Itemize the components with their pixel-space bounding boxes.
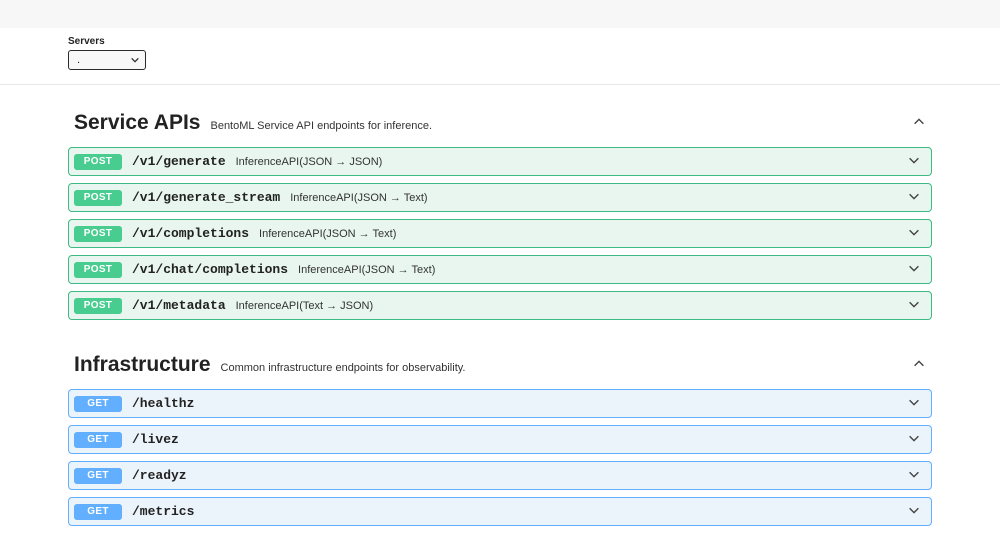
method-badge: POST bbox=[74, 262, 122, 278]
servers-bar: Servers . bbox=[0, 28, 1000, 85]
row-toggle[interactable] bbox=[907, 153, 921, 170]
servers-label: Servers bbox=[68, 36, 932, 47]
top-bar bbox=[0, 0, 1000, 28]
chevron-up-icon bbox=[912, 357, 926, 371]
servers-select-value: . bbox=[77, 54, 80, 66]
endpoint-description: InferenceAPI(JSON → JSON) bbox=[236, 156, 899, 168]
endpoint-path: /v1/metadata bbox=[132, 298, 226, 313]
endpoint-row[interactable]: GET/readyz bbox=[68, 461, 932, 490]
method-badge: POST bbox=[74, 226, 122, 242]
endpoint-description: InferenceAPI(JSON → Text) bbox=[298, 264, 899, 276]
endpoint-row[interactable]: POST/v1/metadata InferenceAPI(Text → JSON… bbox=[68, 291, 932, 320]
chevron-down-icon bbox=[907, 297, 921, 311]
row-toggle[interactable] bbox=[907, 467, 921, 484]
chevron-up-icon bbox=[912, 115, 926, 129]
row-toggle[interactable] bbox=[907, 395, 921, 412]
chevron-down-icon bbox=[907, 189, 921, 203]
method-badge: POST bbox=[74, 154, 122, 170]
section-toggle[interactable] bbox=[912, 357, 926, 374]
section-header[interactable]: Infrastructure Common infrastructure endp… bbox=[68, 327, 932, 389]
servers-select[interactable]: . bbox=[68, 50, 146, 70]
method-badge: POST bbox=[74, 298, 122, 314]
section-title: Service APIs bbox=[74, 111, 200, 135]
row-toggle[interactable] bbox=[907, 225, 921, 242]
endpoint-path: /v1/generate bbox=[132, 154, 226, 169]
endpoint-description: InferenceAPI(JSON → Text) bbox=[259, 228, 899, 240]
endpoint-row[interactable]: GET/livez bbox=[68, 425, 932, 454]
endpoint-path: /v1/completions bbox=[132, 226, 249, 241]
chevron-down-icon bbox=[907, 431, 921, 445]
method-badge: GET bbox=[74, 396, 122, 412]
chevron-down-icon bbox=[907, 503, 921, 517]
row-toggle[interactable] bbox=[907, 431, 921, 448]
method-badge: GET bbox=[74, 432, 122, 448]
chevron-down-icon bbox=[907, 153, 921, 167]
endpoint-path: /v1/chat/completions bbox=[132, 262, 288, 277]
endpoint-description: InferenceAPI(Text → JSON) bbox=[236, 300, 899, 312]
endpoint-row[interactable]: POST/v1/generate_stream InferenceAPI(JSON… bbox=[68, 183, 932, 212]
chevron-down-icon bbox=[907, 261, 921, 275]
endpoint-path: /readyz bbox=[132, 468, 187, 483]
endpoint-path: /healthz bbox=[132, 396, 194, 411]
section-description: BentoML Service API endpoints for infere… bbox=[210, 120, 902, 132]
endpoint-row[interactable]: GET/healthz bbox=[68, 389, 932, 418]
section-description: Common infrastructure endpoints for obse… bbox=[221, 362, 902, 374]
section-header[interactable]: Service APIs BentoML Service API endpoint… bbox=[68, 85, 932, 147]
endpoint-path: /livez bbox=[132, 432, 179, 447]
endpoint-row[interactable]: POST/v1/generate InferenceAPI(JSON → JSON… bbox=[68, 147, 932, 176]
row-toggle[interactable] bbox=[907, 261, 921, 278]
sections-container: Service APIs BentoML Service API endpoint… bbox=[0, 85, 1000, 553]
chevron-down-icon bbox=[907, 467, 921, 481]
method-badge: GET bbox=[74, 468, 122, 484]
method-badge: POST bbox=[74, 190, 122, 206]
endpoint-row[interactable]: POST/v1/chat/completions InferenceAPI(JSO… bbox=[68, 255, 932, 284]
section-toggle[interactable] bbox=[912, 115, 926, 132]
section-title: Infrastructure bbox=[74, 353, 211, 377]
endpoint-path: /v1/generate_stream bbox=[132, 190, 280, 205]
chevron-down-icon bbox=[907, 395, 921, 409]
endpoint-row[interactable]: POST/v1/completions InferenceAPI(JSON → T… bbox=[68, 219, 932, 248]
chevron-down-icon bbox=[130, 55, 140, 65]
endpoint-description: InferenceAPI(JSON → Text) bbox=[290, 192, 899, 204]
chevron-down-icon bbox=[907, 225, 921, 239]
row-toggle[interactable] bbox=[907, 189, 921, 206]
row-toggle[interactable] bbox=[907, 297, 921, 314]
